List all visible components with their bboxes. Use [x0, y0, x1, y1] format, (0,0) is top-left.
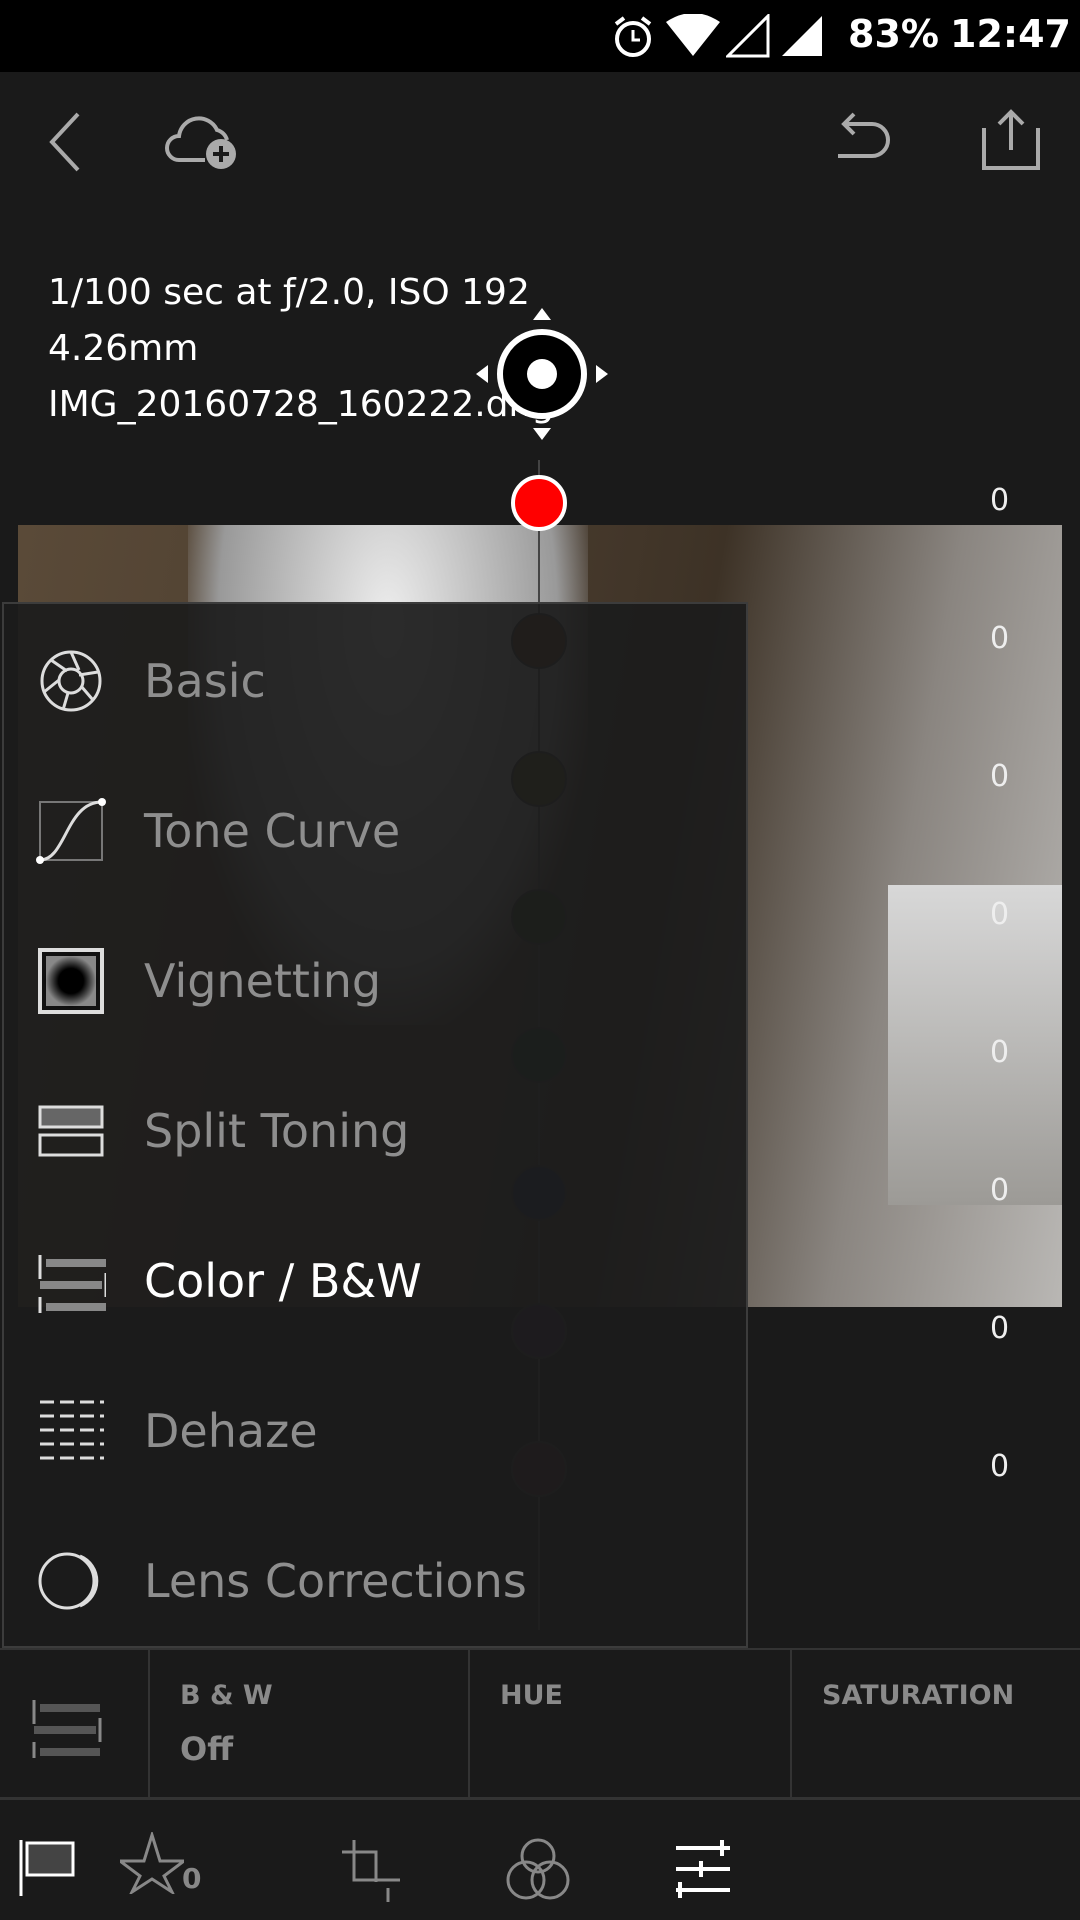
share-icon[interactable]: [980, 108, 1042, 172]
move-handle-icon[interactable]: [474, 306, 610, 442]
bw-toggle[interactable]: B & W Off: [148, 1650, 468, 1798]
star-rating[interactable]: 0: [115, 1829, 201, 1898]
status-bar: 83% 12:47: [0, 0, 1080, 72]
menu-item-label: Dehaze: [144, 1404, 318, 1458]
aperture-icon: [36, 646, 106, 716]
top-toolbar: [0, 72, 1080, 212]
saturation-tab[interactable]: SATURATION: [790, 1650, 1080, 1798]
slider-value: 0: [990, 1311, 1010, 1346]
menu-item-vignetting[interactable]: Vignetting: [4, 906, 746, 1056]
menu-item-label: Split Toning: [144, 1104, 410, 1158]
color-bw-icon[interactable]: [30, 1694, 106, 1758]
bw-value: Off: [180, 1730, 234, 1768]
signal-icon: [782, 16, 822, 56]
slider-value: 0: [990, 759, 1010, 794]
vignette-icon: [36, 946, 106, 1016]
color-bw-panel: B & W Off HUE SATURATION: [0, 1648, 1080, 1800]
menu-item-split-toning[interactable]: Split Toning: [4, 1056, 746, 1206]
clock: 12:47: [950, 12, 1071, 56]
panel-menu: Basic Tone Curve Vignetting Split Toning Col…: [2, 602, 748, 1648]
menu-item-label: Lens Corrections: [144, 1554, 527, 1608]
bottom-toolbar: 0: [0, 1800, 1080, 1920]
back-icon[interactable]: [44, 110, 84, 174]
lens-icon: [36, 1546, 106, 1616]
exposure-info: 1/100 sec at ƒ/2.0, ISO 192: [48, 272, 530, 313]
color-bw-icon: [36, 1246, 106, 1316]
hue-tab[interactable]: HUE: [468, 1650, 790, 1798]
slider-value: 0: [990, 483, 1010, 518]
bw-label: B & W: [180, 1680, 273, 1711]
cloud-add-icon[interactable]: [165, 110, 243, 172]
menu-item-label: Vignetting: [144, 954, 382, 1008]
menu-item-lens-corrections[interactable]: Lens Corrections: [4, 1506, 746, 1656]
star-icon: [115, 1829, 189, 1897]
slider-value: 0: [990, 621, 1010, 656]
slider-value: 0: [990, 897, 1010, 932]
signal-empty-icon: [726, 14, 770, 58]
split-toning-icon: [36, 1096, 106, 1166]
menu-item-dehaze[interactable]: Dehaze: [4, 1356, 746, 1506]
dehaze-icon: [36, 1396, 106, 1466]
presets-icon[interactable]: [506, 1838, 570, 1902]
menu-item-tone-curve[interactable]: Tone Curve: [4, 756, 746, 906]
menu-item-basic[interactable]: Basic: [4, 606, 746, 756]
flag-icon[interactable]: [18, 1838, 82, 1898]
menu-item-label: Basic: [144, 654, 266, 708]
menu-item-label: Tone Curve: [144, 804, 401, 858]
hue-label: HUE: [500, 1680, 563, 1711]
slider-value: 0: [990, 1449, 1010, 1484]
undo-icon[interactable]: [832, 112, 892, 168]
slider-handle[interactable]: [511, 475, 567, 531]
battery-percent: 83%: [848, 12, 939, 56]
tone-curve-icon: [36, 796, 106, 866]
slider-value: 0: [990, 1035, 1010, 1070]
slider-value: 0: [990, 1173, 1010, 1208]
menu-item-color-b-w[interactable]: Color / B&W: [4, 1206, 746, 1356]
wifi-icon: [666, 14, 720, 56]
saturation-label: SATURATION: [822, 1680, 1015, 1711]
focal-length: 4.26mm: [48, 328, 199, 369]
crop-icon[interactable]: [340, 1838, 406, 1904]
alarm-icon: [614, 16, 652, 57]
rating-count: 0: [182, 1862, 202, 1895]
menu-item-label: Color / B&W: [144, 1254, 422, 1308]
adjustments-icon[interactable]: [674, 1838, 734, 1898]
